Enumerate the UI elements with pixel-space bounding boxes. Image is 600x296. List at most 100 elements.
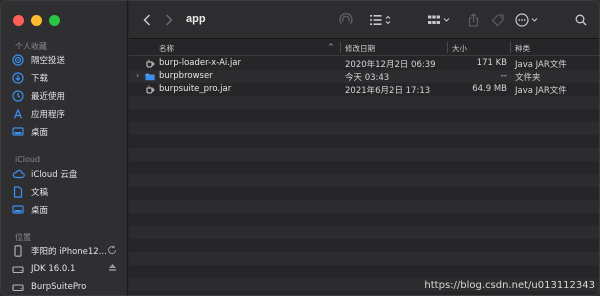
search-icon [575,14,587,26]
disk-icon [11,281,25,293]
sidebar-heading-icloud: iCloud [15,155,41,164]
sidebar-item-recents[interactable]: 最近使用 [11,87,123,105]
empty-row [129,174,599,187]
sidebar-item-label: 最近使用 [31,92,66,102]
finder-window: 个人收藏 隔空投送 下载 最近使用 应用程序 桌面 iCloud iCloud … [0,0,600,296]
toolbar: app [129,1,599,39]
back-button[interactable] [139,11,155,29]
file-row[interactable]: › burpbrowser 今天 03:43 -- 文件夹 [129,70,599,83]
watermark-text: https://blog.csdn.net/u013112343 [424,280,595,291]
file-name-cell: burp-loader-x-Ai.jar [145,58,241,68]
sidebar-item-applications[interactable]: 应用程序 [11,105,123,123]
column-kind[interactable]: 种类 [515,43,530,54]
column-header: 名称 ^ 修改日期 大小 种类 [129,39,599,56]
empty-row [129,252,599,265]
minimize-button[interactable] [31,15,42,26]
zoom-button[interactable] [49,15,60,26]
column-date[interactable]: 修改日期 [345,43,375,54]
empty-row [129,187,599,200]
column-name[interactable]: 名称 [159,43,174,54]
sidebar-item-downloads[interactable]: 下载 [11,69,123,87]
chevron-right-icon [165,14,173,26]
list-view-icon [370,15,391,25]
sidebar-item-label: iCloud 云盘 [31,170,78,180]
sidebar-item-jdk[interactable]: JDK 16.0.1 [11,260,123,278]
empty-row [129,200,599,213]
jar-icon [145,84,155,94]
empty-row [129,148,599,161]
sidebar-item-icloud-desktop[interactable]: 桌面 [11,201,123,219]
clock-icon [11,90,25,102]
folder-icon [145,72,155,81]
empty-row [129,122,599,135]
traffic-lights [13,15,60,26]
window-title: app [186,13,206,25]
file-name: burpsuite_pro.jar [159,84,232,94]
empty-row [129,239,599,252]
empty-row [129,96,599,109]
sidebar: 个人收藏 隔空投送 下载 最近使用 应用程序 桌面 iCloud iCloud … [1,1,128,295]
column-size[interactable]: 大小 [452,43,467,54]
eject-icon[interactable] [108,263,117,275]
file-size: 171 KB [476,58,507,68]
cloud-icon [11,168,25,180]
sidebar-item-iphone[interactable]: 李阳的 iPhone12... [11,242,123,260]
column-divider[interactable] [447,42,448,53]
file-date: 今天 03:43 [345,73,390,83]
column-divider[interactable] [510,42,511,53]
file-row[interactable]: burpsuite_pro.jar 2021年6月2日 17:13 64.9 M… [129,83,599,96]
file-kind: Java JAR文件 [515,86,567,96]
grid-group-icon [428,15,450,24]
sidebar-item-label: JDK 16.0.1 [31,264,76,274]
airdrop-toolbar-button[interactable] [337,11,355,29]
airdrop-icon [11,54,25,66]
disclosure-triangle-icon[interactable]: › [136,71,139,80]
applications-icon [11,108,25,120]
sidebar-item-desktop[interactable]: 桌面 [11,123,123,141]
sidebar-item-airdrop[interactable]: 隔空投送 [11,51,123,69]
file-name-cell: burpsuite_pro.jar [145,84,231,94]
file-date: 2020年12月2日 06:39 [345,60,436,70]
empty-row [129,135,599,148]
document-icon [11,186,25,198]
airdrop-icon [339,13,353,24]
search-button[interactable] [573,11,589,29]
sidebar-item-icloud-drive[interactable]: iCloud 云盘 [11,165,123,183]
sync-icon[interactable] [107,245,117,258]
file-kind: 文件夹 [515,73,541,83]
sidebar-item-label: 应用程序 [31,110,66,120]
close-button[interactable] [13,15,24,26]
column-divider[interactable] [340,42,341,53]
empty-row [129,213,599,226]
file-kind: Java JAR文件 [515,60,567,70]
ellipsis-icon [515,13,538,27]
empty-row [129,109,599,122]
file-size: 64.9 MB [472,84,507,94]
share-icon [468,13,478,27]
group-button[interactable] [427,11,453,29]
sidebar-item-label: 桌面 [31,128,49,138]
chevron-up-icon[interactable]: ^ [328,43,334,51]
file-row[interactable]: burp-loader-x-Ai.jar 2020年12月2日 06:39 17… [129,57,599,70]
file-name: burp-loader-x-Ai.jar [159,58,242,68]
share-button[interactable] [465,11,481,29]
download-icon [11,72,25,84]
tag-button[interactable] [489,11,507,29]
content-area: app 名称 ^ 修改日期 大小 种类 burp-loader-x-Ai.jar… [129,1,599,295]
empty-row [129,161,599,174]
jar-icon [145,58,155,68]
sidebar-item-documents[interactable]: 文稿 [11,183,123,201]
sidebar-item-label: 下载 [31,74,49,84]
file-name: burpbrowser [159,71,213,81]
view-options-button[interactable] [369,11,395,29]
empty-list-area[interactable] [129,96,599,295]
forward-button[interactable] [161,11,177,29]
chevron-left-icon [143,14,151,26]
file-name-cell: burpbrowser [145,71,213,81]
sidebar-item-label: 隔空投送 [31,56,66,66]
more-actions-button[interactable] [514,11,542,29]
sidebar-item-burpsuitepro[interactable]: BurpSuitePro [11,278,123,295]
file-date: 2021年6月2日 17:13 [345,86,431,96]
sidebar-item-label: BurpSuitePro [31,282,87,292]
sidebar-item-label: 桌面 [31,206,49,216]
